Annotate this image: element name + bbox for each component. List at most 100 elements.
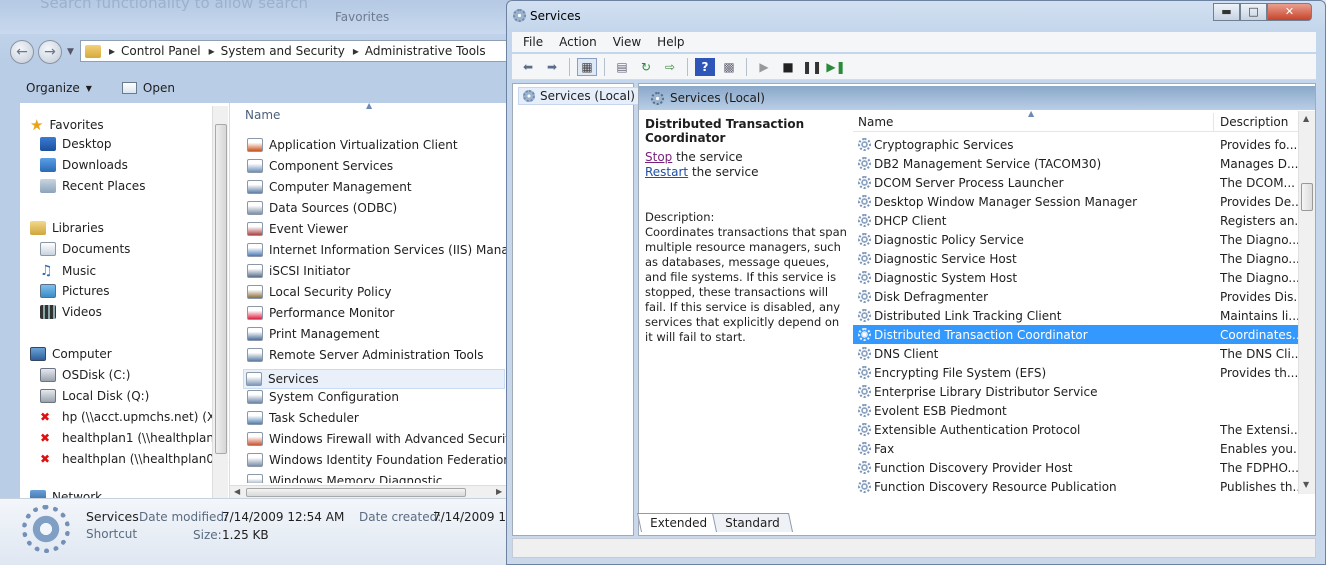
file-item[interactable]: Local Security Policy bbox=[247, 285, 392, 299]
service-row[interactable]: Enterprise Library Distributor Service bbox=[853, 382, 1298, 401]
service-row[interactable]: DB2 Management Service (TACOM30) Manages … bbox=[853, 154, 1298, 173]
service-row[interactable]: Diagnostic Service Host The Diagno... bbox=[853, 249, 1298, 268]
service-row[interactable]: Function Discovery Provider Host The FDPH… bbox=[853, 458, 1298, 477]
service-row[interactable]: Distributed Link Tracking Client Maintain… bbox=[853, 306, 1298, 325]
file-item[interactable]: Remote Server Administration Tools bbox=[247, 348, 483, 362]
nav-libraries[interactable]: Libraries bbox=[30, 221, 104, 235]
scroll-left-icon[interactable]: ◀ bbox=[234, 487, 240, 496]
organize-button[interactable]: Organize ▼ bbox=[26, 81, 92, 95]
nav-hp-drive[interactable]: ✖ hp (\\acct.upmchs.net) (X:) bbox=[40, 410, 224, 424]
nav-videos[interactable]: Videos bbox=[40, 305, 102, 319]
description-column-header[interactable]: Description bbox=[1220, 115, 1288, 129]
nav-computer[interactable]: Computer bbox=[30, 347, 112, 361]
file-item[interactable]: Computer Management bbox=[247, 180, 412, 194]
nav-downloads[interactable]: Downloads bbox=[40, 158, 128, 172]
service-row[interactable]: Encrypting File System (EFS) Provides th.… bbox=[853, 363, 1298, 382]
restart-link[interactable]: Restart bbox=[645, 165, 688, 179]
file-item[interactable]: Data Sources (ODBC) bbox=[247, 201, 397, 215]
start-service-icon[interactable]: ▶ bbox=[754, 58, 774, 76]
scroll-down-icon[interactable]: ▼ bbox=[1303, 480, 1309, 489]
nav-healthplan-drive[interactable]: ✖ healthplan (\\healthplan022) bbox=[40, 452, 234, 466]
open-button[interactable]: Open bbox=[121, 81, 175, 95]
service-row[interactable]: DHCP Client Registers an... bbox=[853, 211, 1298, 230]
file-item[interactable]: iSCSI Initiator bbox=[247, 264, 350, 278]
address-bar[interactable]: ▸ Control Panel ▸ System and Security ▸ … bbox=[80, 40, 510, 62]
file-item[interactable]: Windows Identity Foundation Federation..… bbox=[247, 453, 522, 467]
nav-local-disk[interactable]: Local Disk (Q:) bbox=[40, 389, 149, 403]
service-row[interactable]: Distributed Transaction Coordinator Coord… bbox=[853, 325, 1298, 344]
filepane-hscrollbar[interactable]: ◀ ▶ bbox=[230, 485, 510, 499]
nav-healthplan1-drive[interactable]: ✖ healthplan1 (\\healthplan022 bbox=[40, 431, 237, 445]
navpane-scroll-thumb[interactable] bbox=[215, 124, 227, 454]
close-button[interactable]: ✕ bbox=[1267, 3, 1312, 21]
scroll-up-icon[interactable]: ▲ bbox=[1303, 114, 1309, 123]
help-icon[interactable]: ? bbox=[695, 57, 715, 76]
service-row[interactable]: DNS Client The DNS Cli... bbox=[853, 344, 1298, 363]
column-separator[interactable] bbox=[1213, 113, 1214, 131]
breadcrumb-admin-tools[interactable]: Administrative Tools bbox=[365, 44, 486, 58]
file-item[interactable]: Task Scheduler bbox=[247, 411, 359, 425]
navpane-scrollbar[interactable] bbox=[212, 106, 228, 498]
service-row[interactable]: Cryptographic Services Provides fo... bbox=[853, 135, 1298, 154]
scroll-right-icon[interactable]: ▶ bbox=[496, 487, 502, 496]
show-console-tree-icon[interactable]: ▦ bbox=[577, 57, 597, 76]
service-row[interactable]: Extensible Authentication Protocol The Ex… bbox=[853, 420, 1298, 439]
service-row[interactable]: Fax Enables you... bbox=[853, 439, 1298, 458]
nav-pictures[interactable]: Pictures bbox=[40, 284, 110, 298]
breadcrumb-control-panel[interactable]: Control Panel bbox=[121, 44, 201, 58]
pause-service-icon[interactable]: ❚❚ bbox=[802, 58, 822, 76]
service-row[interactable]: Desktop Window Manager Session Manager Pr… bbox=[853, 192, 1298, 211]
file-item[interactable]: Print Management bbox=[247, 327, 379, 341]
file-item[interactable]: Component Services bbox=[247, 159, 393, 173]
tree-item-services-local[interactable]: Services (Local) bbox=[518, 87, 640, 105]
file-item[interactable]: System Configuration bbox=[247, 390, 399, 404]
file-item[interactable]: Windows Firewall with Advanced Security bbox=[247, 432, 517, 446]
nav-favorites[interactable]: ★ Favorites bbox=[30, 116, 104, 134]
service-list-scrollbar[interactable]: ▲ ▼ bbox=[1298, 111, 1315, 494]
file-item[interactable]: Event Viewer bbox=[247, 222, 348, 236]
file-item[interactable]: Windows Memory Diagnostic bbox=[247, 474, 442, 483]
tab-standard[interactable]: Standard bbox=[711, 513, 793, 532]
service-row[interactable]: Diagnostic Policy Service The Diagno... bbox=[853, 230, 1298, 249]
file-item[interactable]: Performance Monitor bbox=[247, 306, 394, 320]
tab-extended[interactable]: Extended bbox=[636, 513, 721, 532]
minimize-button[interactable]: ▬ bbox=[1213, 3, 1240, 21]
file-item[interactable]: Services bbox=[243, 369, 505, 389]
service-row[interactable]: Disk Defragmenter Provides Dis... bbox=[853, 287, 1298, 306]
nav-network[interactable]: Network bbox=[30, 490, 102, 498]
file-item[interactable]: Internet Information Services (IIS) Mana… bbox=[247, 243, 529, 257]
nav-documents[interactable]: Documents bbox=[40, 242, 130, 256]
service-row[interactable]: DCOM Server Process Launcher The DCOM... bbox=[853, 173, 1298, 192]
nav-desktop[interactable]: Desktop bbox=[40, 137, 112, 151]
menu-file[interactable]: File bbox=[523, 35, 543, 49]
stop-link[interactable]: Stop bbox=[645, 150, 672, 164]
menu-action[interactable]: Action bbox=[559, 35, 597, 49]
menu-view[interactable]: View bbox=[613, 35, 641, 49]
forward-arrow-icon[interactable]: ➡ bbox=[542, 58, 562, 76]
nav-recent-places[interactable]: Recent Places bbox=[40, 179, 145, 193]
recent-pages-chevron-icon[interactable]: ▼ bbox=[67, 47, 74, 57]
restart-service-icon[interactable]: ▶❚ bbox=[826, 58, 846, 76]
show-action-pane-icon[interactable]: ▩ bbox=[719, 58, 739, 76]
name-column-header[interactable]: Name bbox=[245, 108, 280, 122]
forward-button[interactable]: → bbox=[38, 40, 62, 64]
hscroll-thumb[interactable] bbox=[246, 488, 466, 497]
name-column-header[interactable]: Name bbox=[858, 115, 893, 129]
service-row[interactable]: Diagnostic System Host The Diagno... bbox=[853, 268, 1298, 287]
nav-osdisk[interactable]: OSDisk (C:) bbox=[40, 368, 130, 382]
back-button[interactable]: ← bbox=[10, 40, 34, 64]
refresh-icon[interactable]: ↻ bbox=[636, 58, 656, 76]
properties-icon[interactable]: ▤ bbox=[612, 58, 632, 76]
service-list-scroll-thumb[interactable] bbox=[1301, 183, 1313, 211]
service-gear-icon bbox=[858, 442, 871, 455]
service-row[interactable]: Evolent ESB Piedmont bbox=[853, 401, 1298, 420]
file-item[interactable]: Application Virtualization Client bbox=[247, 138, 458, 152]
stop-service-icon[interactable]: ■ bbox=[778, 58, 798, 76]
menu-help[interactable]: Help bbox=[657, 35, 684, 49]
breadcrumb-system-security[interactable]: System and Security bbox=[221, 44, 345, 58]
service-row[interactable]: Function Discovery Resource Publication P… bbox=[853, 477, 1298, 496]
back-arrow-icon[interactable]: ⬅ bbox=[518, 58, 538, 76]
nav-music[interactable]: ♫ Music bbox=[40, 263, 96, 279]
maximize-button[interactable]: □ bbox=[1240, 3, 1267, 21]
export-list-icon[interactable]: ⇨ bbox=[660, 58, 680, 76]
